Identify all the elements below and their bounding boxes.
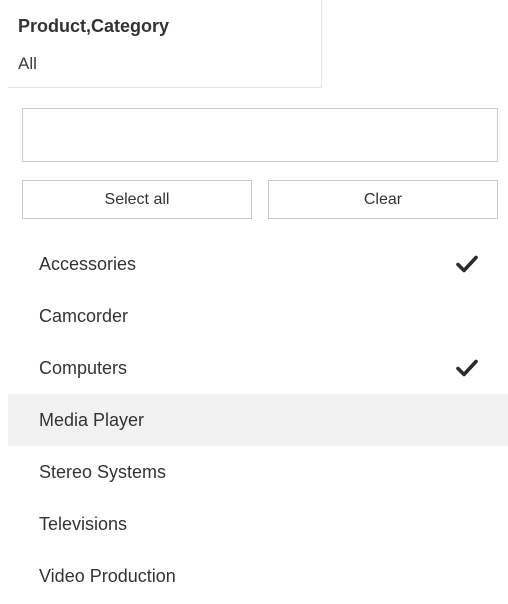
list-item-label: Media Player — [39, 409, 145, 430]
filter-title: Product,Category — [18, 16, 170, 36]
filter-selected-value: All — [18, 54, 37, 73]
select-all-button[interactable]: Select all — [22, 180, 252, 219]
check-icon — [456, 359, 478, 377]
list-item-televisions[interactable]: Televisions — [8, 498, 508, 550]
list-item-label: Camcorder — [39, 305, 129, 326]
list-item-label: Computers — [39, 357, 128, 378]
search-input[interactable] — [22, 108, 498, 162]
list-item-video-production[interactable]: Video Production — [8, 550, 508, 602]
list-item-computers[interactable]: Computers — [8, 342, 508, 394]
list-item-label: Stereo Systems — [39, 461, 167, 482]
list-item-accessories[interactable]: Accessories — [8, 238, 508, 290]
list-item-label: Televisions — [39, 513, 128, 534]
category-list: Accessories Camcorder Computers Media Pl… — [8, 238, 508, 602]
check-icon — [456, 255, 478, 273]
category-filter-panel: Product,Category All Select all Clear Ac… — [0, 0, 508, 604]
list-item-label: Video Production — [39, 565, 176, 586]
list-item-camcorder[interactable]: Camcorder — [8, 290, 508, 342]
filter-header-card[interactable]: Product,Category All — [8, 0, 322, 88]
list-item-stereo-systems[interactable]: Stereo Systems — [8, 446, 508, 498]
list-item-media-player[interactable]: Media Player — [8, 394, 508, 446]
list-item-label: Accessories — [39, 253, 137, 274]
clear-button[interactable]: Clear — [268, 180, 498, 219]
